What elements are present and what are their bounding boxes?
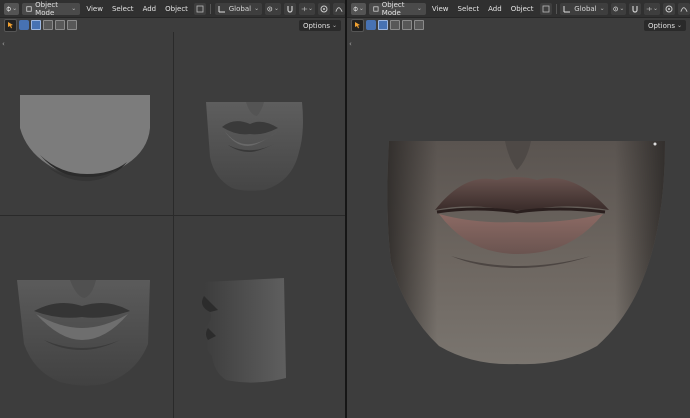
mode-dropdown[interactable]: Object Mode ⌄ (368, 0, 426, 17)
menu-select[interactable]: Select (109, 3, 137, 15)
object-mode-icon (26, 5, 32, 12)
options-dropdown[interactable]: Options ⌄ (643, 20, 686, 31)
editor-type-icon[interactable]: ⌄ (4, 2, 20, 15)
snap-magnet-icon[interactable] (629, 2, 642, 15)
mode-label: Object Mode (381, 0, 405, 17)
object-icon-button[interactable] (193, 2, 206, 15)
menu-object[interactable]: Object (508, 3, 537, 15)
mode-subtract-icon[interactable] (402, 20, 412, 30)
right-viewport-header: ⌄ Object Mode ⌄ View Select Add Object G… (347, 0, 690, 18)
snap-target-icon[interactable]: ⌄ (644, 2, 661, 15)
transform-pivot-icon[interactable]: ⌄ (265, 2, 282, 15)
object-icon-button[interactable] (539, 2, 552, 15)
falloff-curve-icon[interactable] (678, 2, 690, 15)
snap-target-icon[interactable]: ⌄ (299, 2, 316, 15)
options-label: Options (302, 21, 330, 30)
menu-select[interactable]: Select (455, 3, 483, 15)
tool-select-icon[interactable] (351, 18, 364, 32)
snap-magnet-icon[interactable] (284, 2, 297, 15)
mode-extend-icon[interactable] (390, 20, 400, 30)
transform-pivot-icon[interactable]: ⌄ (610, 2, 627, 15)
mode-intersect-icon[interactable] (414, 20, 424, 30)
transform-orientation-dropdown[interactable]: Global ⌄ (214, 2, 263, 15)
falloff-curve-icon[interactable] (333, 2, 345, 15)
mode-dropdown[interactable]: Object Mode ⌄ (22, 0, 81, 17)
mode-intersect-icon[interactable] (67, 20, 77, 30)
tool-select-icon[interactable] (4, 18, 17, 32)
menu-view[interactable]: View (429, 3, 452, 15)
proportional-edit-icon[interactable] (318, 2, 331, 15)
select-box-icon[interactable] (366, 20, 376, 30)
right-tool-row (347, 18, 690, 32)
transform-label: Global (228, 4, 252, 13)
mode-extend-icon[interactable] (43, 20, 53, 30)
menu-add[interactable]: Add (485, 3, 505, 15)
quad-top-view[interactable] (0, 32, 173, 215)
transform-label: Global (574, 4, 597, 13)
axis-icon (218, 5, 225, 12)
quad-side-view[interactable] (174, 216, 345, 418)
select-box-icon[interactable] (19, 20, 29, 30)
left-tool-row (0, 18, 345, 32)
separator (209, 3, 211, 14)
proportional-edit-icon[interactable] (663, 2, 676, 15)
mode-subtract-icon[interactable] (55, 20, 65, 30)
axis-icon (563, 5, 571, 12)
left-3d-viewport[interactable]: ⌄ Object Mode ⌄ View Select Add Object G… (0, 0, 345, 418)
quad-front-view[interactable] (0, 216, 173, 418)
editor-type-icon[interactable]: ⌄ (351, 2, 366, 15)
options-dropdown[interactable]: Options ⌄ (298, 20, 341, 31)
left-viewport-header: ⌄ Object Mode ⌄ View Select Add Object G… (0, 0, 345, 18)
options-label: Options (647, 21, 675, 30)
mode-label: Object Mode (35, 0, 58, 17)
transform-orientation-dropdown[interactable]: Global ⌄ (560, 2, 608, 15)
menu-object[interactable]: Object (162, 3, 191, 15)
quad-perspective-view[interactable] (174, 32, 345, 215)
right-3d-viewport[interactable]: ⌄ Object Mode ⌄ View Select Add Object G… (347, 0, 690, 418)
object-mode-icon (373, 5, 379, 12)
mode-set-icon[interactable] (31, 20, 41, 30)
menu-add[interactable]: Add (140, 3, 160, 15)
mode-set-icon[interactable] (378, 20, 388, 30)
rendered-mouth-model[interactable] (347, 32, 690, 418)
separator (555, 3, 557, 14)
menu-view[interactable]: View (83, 3, 106, 15)
